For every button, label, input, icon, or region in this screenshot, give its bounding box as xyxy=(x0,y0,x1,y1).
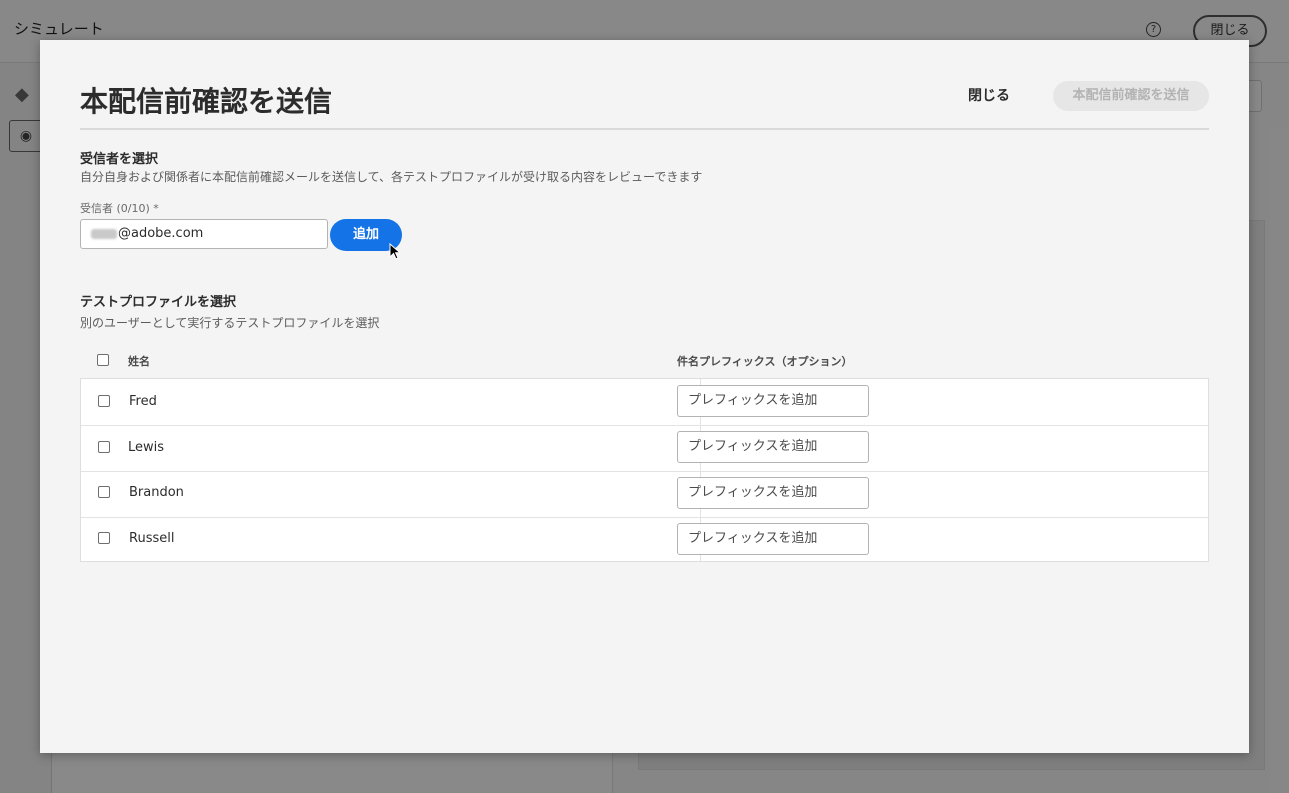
close-button[interactable]: 閉じる xyxy=(968,82,1010,110)
profiles-section-title: テストプロファイルを選択 xyxy=(80,295,237,310)
profile-name: Brandon xyxy=(129,485,184,500)
table-row: Brandon プレフィックスを追加 xyxy=(81,471,1208,518)
row-checkbox[interactable] xyxy=(98,486,110,498)
profile-name: Fred xyxy=(129,394,157,409)
recipients-section-title: 受信者を選択 xyxy=(80,152,159,167)
profiles-table: Fred プレフィックスを追加 Lewis プレフィックスを追加 Brandon… xyxy=(80,378,1209,562)
table-row: Russell プレフィックスを追加 xyxy=(81,517,1208,563)
row-checkbox[interactable] xyxy=(98,441,110,453)
column-header-name: 姓名 xyxy=(128,355,150,368)
send-proof-dialog: 本配信前確認を送信 閉じる 本配信前確認を送信 受信者を選択 自分自身および関係… xyxy=(40,40,1249,753)
send-proof-button[interactable]: 本配信前確認を送信 xyxy=(1053,81,1209,111)
header-divider xyxy=(80,128,1209,130)
blurred-username xyxy=(91,228,117,239)
recipients-field-label: 受信者 (0/10) * xyxy=(80,202,159,215)
prefix-input[interactable]: プレフィックスを追加 xyxy=(677,523,869,555)
prefix-input[interactable]: プレフィックスを追加 xyxy=(677,477,869,509)
recipient-email-input[interactable]: @adobe.com xyxy=(80,219,328,249)
select-all-checkbox[interactable] xyxy=(97,354,109,366)
dialog-title: 本配信前確認を送信 xyxy=(80,85,333,118)
row-checkbox[interactable] xyxy=(98,395,110,407)
column-header-prefix: 件名プレフィックス（オプション） xyxy=(677,355,853,368)
row-checkbox[interactable] xyxy=(98,532,110,544)
email-domain: @adobe.com xyxy=(118,226,204,241)
profile-name: Russell xyxy=(129,531,175,546)
table-row: Fred プレフィックスを追加 xyxy=(81,379,1208,426)
prefix-input[interactable]: プレフィックスを追加 xyxy=(677,385,869,417)
profiles-description: 別のユーザーとして実行するテストプロファイルを選択 xyxy=(80,316,380,330)
profile-name: Lewis xyxy=(128,440,165,455)
recipients-description: 自分自身および関係者に本配信前確認メールを送信して、各テストプロファイルが受け取… xyxy=(80,170,703,184)
mouse-cursor-icon xyxy=(389,243,402,260)
table-row: Lewis プレフィックスを追加 xyxy=(81,425,1208,472)
prefix-input[interactable]: プレフィックスを追加 xyxy=(677,431,869,463)
